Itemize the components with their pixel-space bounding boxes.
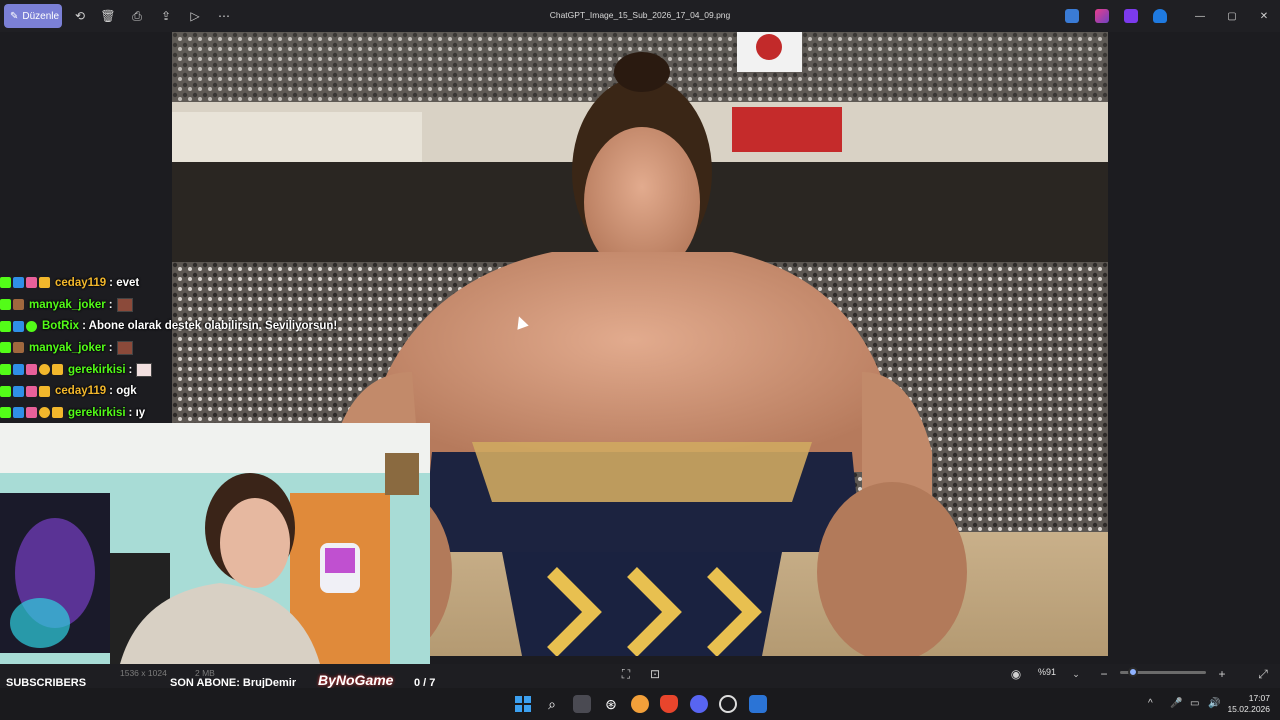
verified-badge-icon bbox=[13, 364, 24, 376]
chatgpt-icon[interactable]: ⊛ bbox=[602, 695, 620, 713]
chat-username[interactable]: manyak_joker bbox=[29, 342, 106, 354]
taskbar-clock[interactable]: 17:07 15.02.2026 bbox=[1226, 693, 1270, 715]
kick-badge-icon bbox=[0, 385, 11, 397]
chat-line: ceday119 : ogk bbox=[0, 380, 430, 402]
volume-icon[interactable]: 🔊 bbox=[1208, 698, 1220, 709]
chat-username[interactable]: gerekirkisi bbox=[68, 364, 126, 376]
photos-app-window: ✎ Düzenle ⟲ 🗑 ⎙ ⇪ ▷ ⋯ ChatGPT_Image_15_S… bbox=[0, 0, 1280, 720]
chat-message: : Abone olarak destek olabilirsin. Sevil… bbox=[82, 320, 338, 333]
minimize-icon[interactable]: — bbox=[1192, 8, 1208, 24]
chat-username[interactable]: BotRix bbox=[42, 320, 79, 332]
gift-badge-icon bbox=[26, 385, 37, 397]
kick-badge-icon bbox=[0, 299, 11, 311]
print-icon[interactable]: ⎙ bbox=[129, 8, 145, 24]
brave-icon[interactable] bbox=[660, 695, 678, 713]
gift-badge-icon bbox=[26, 364, 37, 376]
actual-size-icon[interactable]: ⊡ bbox=[647, 666, 663, 682]
clock-date: 15.02.2026 bbox=[1227, 704, 1270, 714]
chat-line: ceday119 : evet bbox=[0, 272, 430, 294]
chat-message: : evet bbox=[109, 276, 140, 289]
fullscreen-icon[interactable]: ⤢ bbox=[1255, 666, 1271, 682]
chat-username[interactable]: ceday119 bbox=[55, 277, 106, 289]
clock-time: 17:07 bbox=[1248, 693, 1270, 703]
share-icon[interactable]: ⇪ bbox=[158, 8, 174, 24]
verified-badge-icon bbox=[13, 385, 24, 397]
fit-to-window-icon[interactable]: ⛶ bbox=[618, 666, 634, 682]
zoom-in-icon[interactable]: + bbox=[1214, 666, 1230, 682]
verified-badge-icon bbox=[13, 407, 24, 419]
sub-badge-icon bbox=[52, 407, 63, 419]
bot-badge-icon bbox=[26, 320, 37, 332]
sub-badge-icon bbox=[39, 385, 50, 397]
chat-line: gerekirkisi : bbox=[0, 359, 430, 381]
user-badge-icon bbox=[13, 299, 24, 311]
emote-icon bbox=[116, 340, 133, 355]
verified-badge-icon bbox=[13, 277, 24, 289]
zoom-level[interactable]: %91 bbox=[1038, 667, 1056, 677]
network-icon[interactable]: ▭ bbox=[1190, 698, 1199, 709]
slideshow-icon[interactable]: ▷ bbox=[187, 8, 203, 24]
screenshot-icon[interactable]: ◉ bbox=[1008, 666, 1024, 682]
chat-username[interactable]: ceday119 bbox=[55, 385, 106, 397]
maximize-icon[interactable]: ▢ bbox=[1224, 8, 1240, 24]
kick-badge-icon bbox=[0, 320, 11, 332]
emote-icon bbox=[136, 362, 153, 377]
edit-label: Düzenle bbox=[22, 10, 60, 22]
zoom-out-icon[interactable]: − bbox=[1096, 666, 1112, 682]
coin-badge-icon bbox=[39, 364, 50, 376]
chat-line: manyak_joker : bbox=[0, 294, 430, 316]
image-dimensions: 1536 x 1024 bbox=[120, 668, 167, 678]
chat-username[interactable]: manyak_joker bbox=[29, 299, 106, 311]
onedrive-icon[interactable] bbox=[1153, 9, 1167, 23]
kick-badge-icon bbox=[0, 364, 11, 376]
chat-message: : ogk bbox=[109, 385, 137, 398]
chat-username[interactable]: gerekirkisi bbox=[68, 407, 126, 419]
delete-icon[interactable]: 🗑 bbox=[100, 8, 116, 24]
more-icon[interactable]: ⋯ bbox=[216, 8, 232, 24]
photos-icon[interactable] bbox=[749, 695, 767, 713]
game-app-icon[interactable] bbox=[631, 695, 649, 713]
task-view-icon[interactable] bbox=[573, 695, 591, 713]
stream-chat: ceday119 : evet manyak_joker : BotRix : … bbox=[0, 272, 430, 424]
gift-badge-icon bbox=[26, 277, 37, 289]
discord-icon[interactable] bbox=[690, 695, 708, 713]
zoom-slider-thumb[interactable] bbox=[1127, 667, 1138, 677]
chat-message: : bbox=[108, 341, 113, 354]
gift-badge-icon bbox=[26, 407, 37, 419]
verified-badge-icon bbox=[13, 320, 24, 332]
search-icon[interactable]: ⌕ bbox=[543, 695, 561, 713]
edit-button[interactable]: ✎ Düzenle bbox=[4, 4, 62, 28]
top-toolbar: ✎ Düzenle ⟲ 🗑 ⎙ ⇪ ▷ ⋯ ChatGPT_Image_15_S… bbox=[0, 0, 1280, 32]
app-icon-2[interactable] bbox=[1095, 9, 1109, 23]
chat-message: : bbox=[128, 363, 133, 376]
sub-badge-icon bbox=[39, 277, 50, 289]
start-icon[interactable] bbox=[514, 695, 532, 713]
coin-badge-icon bbox=[39, 407, 50, 419]
emote-icon bbox=[116, 297, 133, 312]
zoom-slider[interactable] bbox=[1120, 667, 1206, 677]
chat-line: manyak_joker : bbox=[0, 337, 430, 359]
kick-badge-icon bbox=[0, 407, 11, 419]
kick-badge-icon bbox=[0, 277, 11, 289]
chat-line: gerekirkisi : ıy bbox=[0, 402, 430, 424]
edit-icon: ✎ bbox=[10, 10, 19, 22]
channel-brand: ByNoGame bbox=[318, 672, 394, 688]
streamer-webcam bbox=[0, 423, 430, 664]
chat-message: : bbox=[108, 298, 113, 311]
chat-message: : ıy bbox=[128, 406, 146, 419]
sub-badge-icon bbox=[52, 364, 63, 376]
close-icon[interactable]: ✕ bbox=[1256, 8, 1272, 24]
microphone-icon[interactable]: 🎤 bbox=[1170, 698, 1182, 709]
app-icon-3[interactable] bbox=[1124, 9, 1138, 23]
steam-icon[interactable] bbox=[719, 695, 737, 713]
zoom-dropdown-icon[interactable]: ⌄ bbox=[1068, 666, 1084, 682]
chat-line: BotRix : Abone olarak destek olabilirsin… bbox=[0, 315, 430, 337]
app-icon-1[interactable] bbox=[1065, 9, 1079, 23]
tray-overflow-icon[interactable]: ^ bbox=[1148, 698, 1153, 709]
user-badge-icon bbox=[13, 342, 24, 354]
kick-badge-icon bbox=[0, 342, 11, 354]
rotate-icon[interactable]: ⟲ bbox=[72, 8, 88, 24]
